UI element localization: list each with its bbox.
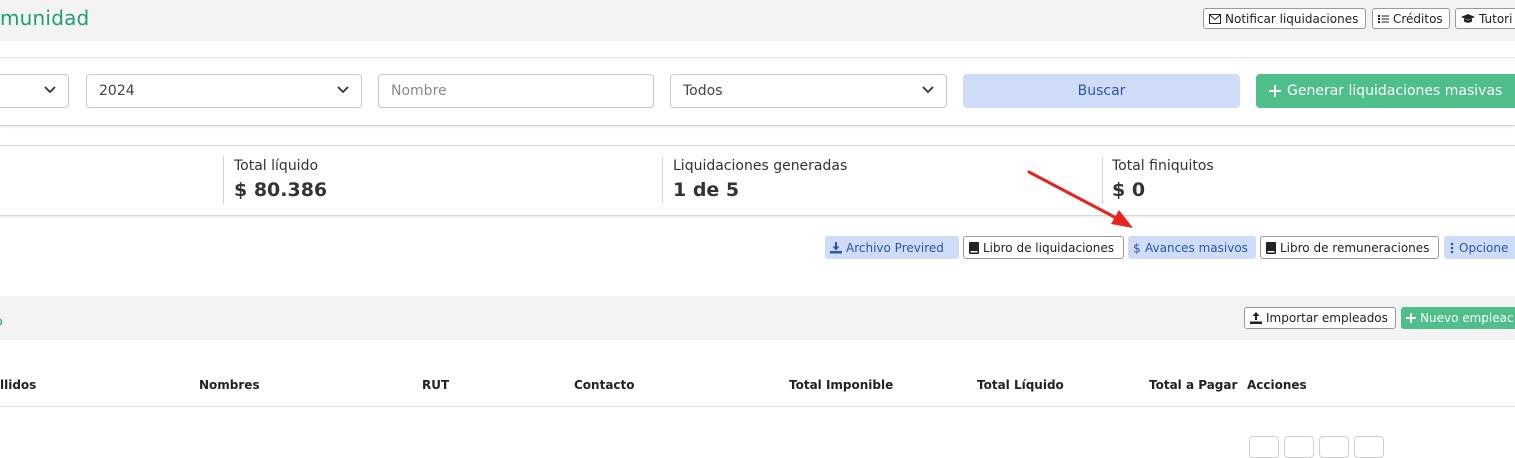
dollar-icon: $ [1133, 242, 1141, 254]
column-header-total-to-pay[interactable]: Total a Pagar [1149, 378, 1237, 392]
status-select[interactable]: Todos [670, 74, 947, 108]
import-employees-button[interactable]: Importar empleados [1244, 307, 1396, 329]
row-action-button[interactable] [1319, 436, 1349, 458]
column-header-contact[interactable]: Contacto [574, 378, 635, 392]
column-header-rut[interactable]: RUT [422, 378, 449, 392]
status-select-value: Todos [683, 83, 723, 99]
payrolls-generated-value: 1 de 5 [673, 179, 740, 201]
page-title: munidad [0, 6, 90, 30]
remuneration-book-label: Libro de remuneraciones [1280, 240, 1430, 255]
upload-icon [1250, 312, 1262, 324]
column-header-surnames[interactable]: llidos [0, 378, 36, 392]
year-select-value: 2024 [99, 83, 135, 99]
list-icon [1378, 14, 1389, 23]
search-button-label: Buscar [1077, 83, 1126, 99]
chevron-down-icon [44, 86, 56, 94]
stat-divider [662, 156, 663, 204]
stat-divider [223, 156, 224, 204]
row-action-button[interactable] [1354, 436, 1384, 458]
book-icon [1266, 241, 1276, 254]
chevron-down-icon [922, 86, 934, 94]
vertical-ellipsis-icon [1450, 242, 1454, 253]
payroll-book-button[interactable]: Libro de liquidaciones [963, 236, 1124, 259]
year-select[interactable]: 2024 [86, 74, 362, 108]
notify-payrolls-button[interactable]: Notificar liquidaciones [1203, 8, 1366, 29]
column-header-net-total[interactable]: Total Líquido [977, 378, 1064, 392]
generate-bulk-payrolls-button[interactable]: Generar liquidaciones masivas [1256, 74, 1515, 108]
notify-payrolls-label: Notificar liquidaciones [1225, 11, 1359, 26]
table-header-divider [0, 406, 1515, 407]
chevron-down-icon [337, 86, 349, 94]
bulk-advances-button[interactable]: $ Avances masivos [1128, 236, 1256, 259]
section-title-fragment [0, 312, 3, 326]
title-fragment-icon [0, 318, 3, 326]
book-icon [969, 241, 979, 254]
total-net-value: $ 80.386 [234, 179, 328, 201]
previred-file-button[interactable]: Archivo Previred [825, 236, 959, 259]
total-settlements-label: Total finiquitos [1112, 158, 1214, 174]
search-button[interactable]: Buscar [963, 74, 1240, 108]
options-button[interactable]: Opcione [1444, 236, 1515, 259]
credits-label: Créditos [1393, 11, 1443, 26]
new-employee-label: Nuevo empleac [1420, 311, 1514, 325]
options-label: Opcione [1459, 240, 1509, 255]
row-action-button[interactable] [1249, 436, 1279, 458]
column-header-actions: Acciones [1247, 378, 1307, 392]
remuneration-book-button[interactable]: Libro de remuneraciones [1260, 236, 1439, 259]
row-action-button[interactable] [1284, 436, 1314, 458]
credits-button[interactable]: Créditos [1372, 8, 1450, 29]
bulk-advances-label: Avances masivos [1145, 240, 1248, 255]
svg-text:$: $ [1133, 242, 1141, 254]
name-search-input[interactable]: Nombre [378, 74, 654, 108]
payroll-book-label: Libro de liquidaciones [983, 240, 1114, 255]
total-net-label: Total líquido [234, 158, 319, 174]
generate-bulk-payrolls-label: Generar liquidaciones masivas [1287, 83, 1503, 99]
total-settlements-value: $ 0 [1112, 179, 1146, 201]
import-employees-label: Importar empleados [1266, 311, 1388, 325]
download-icon [830, 241, 842, 253]
summary-panel [0, 145, 1515, 216]
tutorial-label: Tutori [1479, 11, 1513, 26]
name-search-placeholder: Nombre [391, 83, 447, 99]
payrolls-generated-label: Liquidaciones generadas [673, 158, 848, 174]
month-select[interactable] [0, 74, 69, 108]
plus-icon [1406, 313, 1416, 323]
graduation-cap-icon [1461, 13, 1475, 23]
column-header-names[interactable]: Nombres [199, 378, 260, 392]
previred-file-label: Archivo Previred [846, 240, 944, 255]
plus-icon [1269, 85, 1281, 97]
new-employee-button[interactable]: Nuevo empleac [1401, 307, 1515, 329]
envelope-icon [1209, 13, 1221, 24]
stat-divider [1102, 156, 1103, 204]
tutorial-button[interactable]: Tutori [1455, 8, 1515, 29]
column-header-taxable-total[interactable]: Total Imponible [789, 378, 893, 392]
